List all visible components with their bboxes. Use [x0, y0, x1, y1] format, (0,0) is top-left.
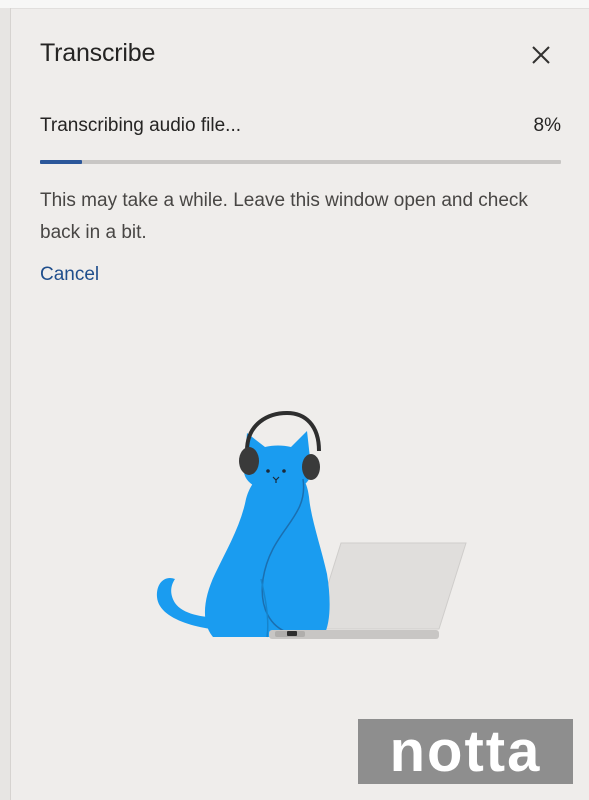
notta-watermark: notta: [358, 719, 573, 784]
progress-bar: [40, 160, 561, 164]
description-text: This may take a while. Leave this window…: [40, 190, 528, 243]
cat-with-headphones-laptop-illustration: [156, 410, 467, 639]
headphones-plug: [287, 631, 297, 636]
cancel-link[interactable]: Cancel: [40, 264, 99, 286]
close-button[interactable]: [523, 40, 559, 70]
cat-eye-right: [282, 469, 286, 473]
transcribe-pane: Transcribe Transcribing audio file... 8%…: [11, 9, 589, 800]
window-top-edge: [0, 0, 589, 9]
progress-percent: 8%: [533, 115, 561, 136]
window-left-edge: [0, 8, 11, 800]
progress-bar-fill: [40, 160, 82, 164]
close-icon: [532, 46, 550, 64]
transcribe-window: Transcribe Transcribing audio file... 8%…: [0, 0, 589, 800]
cat-eye-left: [266, 469, 270, 473]
laptop-screen: [313, 542, 467, 630]
pane-title: Transcribe: [40, 39, 156, 67]
headphones-right-cup: [302, 454, 320, 480]
status-label: Transcribing audio file...: [40, 115, 242, 136]
headphones-left-cup: [239, 447, 259, 475]
